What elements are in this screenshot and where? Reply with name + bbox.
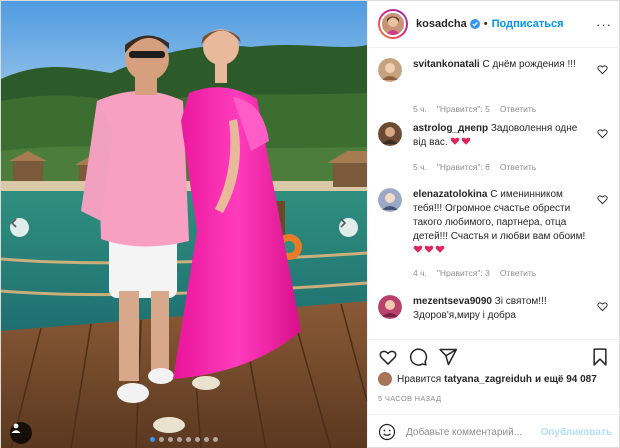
user-icon — [11, 423, 21, 433]
commenter-avatar[interactable] — [378, 295, 402, 319]
carousel-dot — [168, 437, 173, 442]
publish-button[interactable]: Опубликовать — [541, 427, 612, 438]
comment-username[interactable]: elenazatolokina — [413, 189, 487, 200]
comment-text: elenazatolokina С именинником тебя!!! Ог… — [413, 188, 593, 258]
post-actions-bar — [368, 339, 620, 373]
like-post-icon[interactable] — [378, 347, 398, 367]
comment-likes[interactable]: "Нравится": 5 — [437, 104, 490, 114]
comment-text: svitankonatali С днём рождения !!! — [413, 58, 593, 72]
comment-reply-button[interactable]: Ответить — [500, 162, 536, 172]
previous-photo-button[interactable] — [10, 218, 29, 237]
emoji-hearts — [450, 137, 472, 148]
next-photo-button[interactable] — [339, 218, 358, 237]
post-timestamp[interactable]: 5 ЧАСОВ НАЗАД — [378, 394, 441, 403]
red-heart-emoji-icon — [413, 245, 423, 253]
liker-username[interactable]: tatyana_zagreiduh — [444, 374, 532, 385]
header-separator: • — [483, 18, 488, 30]
like-comment-icon[interactable] — [597, 301, 608, 312]
commenter-avatar[interactable] — [378, 188, 402, 212]
carousel-dot — [186, 437, 191, 442]
comment-username[interactable]: astrolog_днепр — [413, 123, 488, 134]
comment-time[interactable]: 5 ч. — [413, 162, 427, 172]
comment-input[interactable] — [406, 426, 556, 438]
comment-body: С днём рождения !!! — [482, 59, 576, 70]
comment-likes[interactable]: "Нравится": 3 — [437, 268, 490, 278]
likes-count[interactable]: и ещё 94 087 — [535, 374, 597, 385]
comment-reply-button[interactable]: Ответить — [500, 104, 536, 114]
bookmark-icon[interactable] — [590, 347, 610, 367]
emoji-hearts — [413, 245, 446, 256]
comment-meta: 5 ч. "Нравится": 6 Ответить — [413, 162, 536, 172]
red-heart-emoji-icon — [435, 245, 445, 253]
red-heart-emoji-icon — [462, 137, 471, 145]
carousel-dot — [159, 437, 164, 442]
author-avatar[interactable] — [378, 9, 408, 39]
commenter-avatar[interactable] — [378, 58, 402, 82]
comment-meta: 5 ч. "Нравится": 5 Ответить — [413, 104, 536, 114]
comment-username[interactable]: svitankonatali — [413, 59, 480, 70]
like-comment-icon[interactable] — [597, 128, 608, 139]
carousel-dot — [204, 437, 209, 442]
emoji-icon[interactable] — [378, 423, 396, 441]
follow-button[interactable]: Подписаться — [492, 18, 564, 30]
carousel-dot — [213, 437, 218, 442]
comment-meta: 4 ч. "Нравится": 3 Ответить — [413, 268, 536, 278]
likes-prefix: Нравится — [397, 373, 442, 385]
like-comment-icon[interactable] — [597, 64, 608, 75]
verified-badge-icon — [469, 19, 480, 29]
more-options-button[interactable]: ··· — [596, 17, 612, 32]
commenter-avatar[interactable] — [378, 122, 402, 146]
post-details-panel: kosadcha • Подписаться ··· svitankonatal… — [367, 1, 620, 448]
carousel-dot — [195, 437, 200, 442]
comment-time[interactable]: 5 ч. — [413, 104, 427, 114]
comment-username[interactable]: mezentseva9090 — [413, 296, 492, 307]
carousel-dot — [150, 437, 155, 442]
chevron-left-icon — [10, 218, 17, 228]
red-heart-emoji-icon — [424, 245, 434, 253]
carousel-dot — [177, 437, 182, 442]
comment-likes[interactable]: "Нравится": 6 — [437, 162, 490, 172]
liker-avatar[interactable] — [378, 372, 392, 386]
comment-text: mezentseva9090 Зі святом!!! Здоров'я,мир… — [413, 295, 593, 323]
author-avatar-image — [382, 13, 404, 35]
carousel-indicator — [1, 437, 367, 442]
share-icon[interactable] — [438, 347, 458, 367]
comment-time[interactable]: 4 ч. — [413, 268, 427, 278]
post-header: kosadcha • Подписаться ··· — [368, 1, 620, 48]
comment-text: astrolog_днепр Задоволення одне від вас. — [413, 122, 593, 150]
like-comment-icon[interactable] — [597, 194, 608, 205]
chevron-right-icon — [340, 218, 347, 228]
red-heart-emoji-icon — [451, 137, 460, 145]
post-photo[interactable] — [1, 1, 367, 448]
instagram-post-modal: kosadcha • Подписаться ··· svitankonatal… — [0, 0, 620, 448]
likes-summary: Нравится tatyana_zagreiduh и ещё 94 087 — [378, 371, 618, 387]
comment-reply-button[interactable]: Ответить — [500, 268, 536, 278]
comments-list: svitankonatali С днём рождения !!! 5 ч. … — [368, 49, 620, 339]
post-photo-image — [1, 1, 367, 448]
author-username[interactable]: kosadcha — [416, 18, 467, 30]
add-comment-bar: Опубликовать — [368, 414, 620, 448]
comment-icon[interactable] — [408, 347, 428, 367]
